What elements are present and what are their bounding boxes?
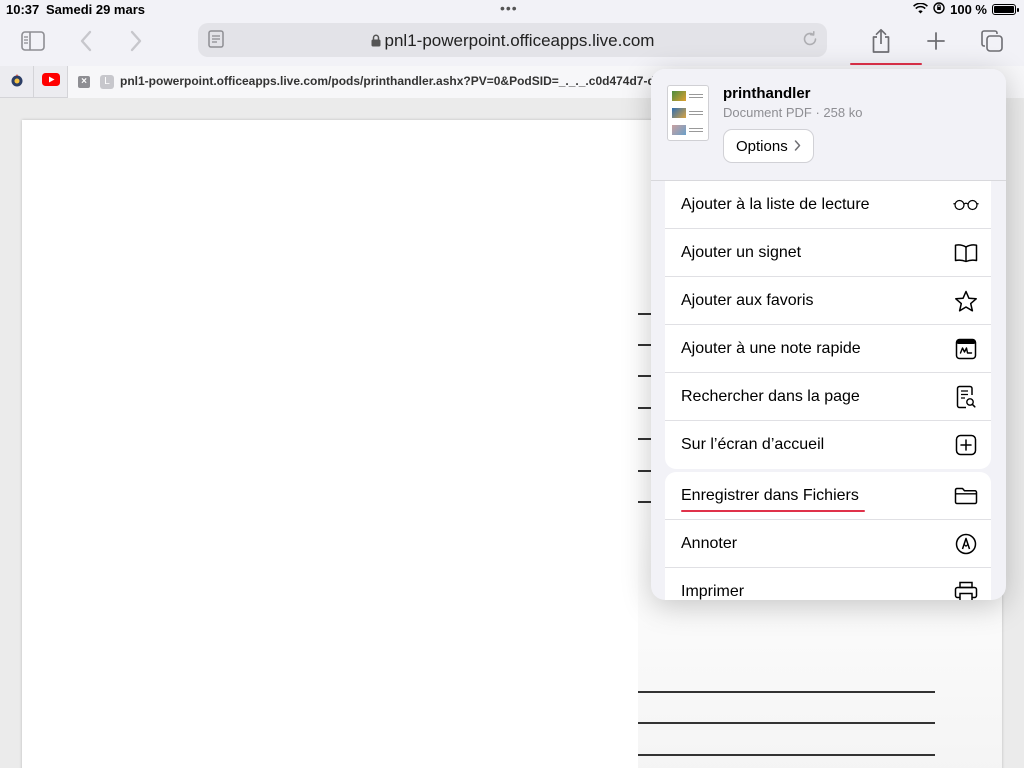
action-label: Ajouter aux favoris (681, 292, 814, 309)
status-time: 10:37 (6, 2, 40, 17)
forward-icon[interactable] (118, 26, 154, 56)
save-highlight (681, 510, 865, 512)
reload-icon[interactable] (801, 30, 819, 53)
share-actions-group-1: Ajouter à la liste de lecture Ajouter un… (665, 181, 991, 469)
text-rule (638, 438, 652, 440)
multitasking-dots[interactable]: ••• (500, 0, 518, 16)
tabs-icon[interactable] (974, 26, 1010, 56)
book-icon (953, 241, 979, 265)
address-bar[interactable]: pnl1-powerpoint.officeapps.live.com (198, 23, 827, 57)
document-name: printhandler (723, 85, 811, 102)
action-home-screen[interactable]: Sur l’écran d’accueil (665, 421, 991, 469)
share-actions-group-2: Enregistrer dans Fichiers Annoter Imprim… (665, 472, 991, 600)
printer-icon (953, 580, 979, 600)
markup-icon (953, 532, 979, 556)
star-icon (953, 289, 979, 313)
slide-area (22, 166, 638, 768)
action-label: Ajouter à une note rapide (681, 340, 861, 357)
text-rule (638, 501, 652, 503)
document-thumbnail (667, 85, 709, 141)
battery-icon (992, 4, 1019, 15)
orientation-lock-icon (933, 2, 945, 17)
action-label: Sur l’écran d’accueil (681, 436, 825, 453)
share-sheet-header: printhandler Document PDF · 258 ko Optio… (651, 69, 1006, 181)
youtube-icon (41, 73, 60, 91)
tab-close-icon[interactable]: × (78, 76, 90, 88)
action-label: Enregistrer dans Fichiers (681, 487, 859, 504)
lock-icon (371, 32, 381, 52)
glasses-icon (953, 193, 979, 217)
plus-icon[interactable] (918, 26, 954, 56)
add-square-icon (953, 433, 979, 457)
action-bookmark[interactable]: Ajouter un signet (665, 229, 991, 277)
action-quick-note[interactable]: Ajouter à une note rapide (665, 325, 991, 373)
battery-percent: 100 % (950, 2, 987, 17)
text-rule (638, 754, 935, 756)
action-print[interactable]: Imprimer (665, 568, 991, 600)
action-reading-list[interactable]: Ajouter à la liste de lecture (665, 181, 991, 229)
action-label: Imprimer (681, 583, 745, 600)
status-bar: 10:37 Samedi 29 mars ••• 100 % (0, 0, 1024, 20)
status-date: Samedi 29 mars (46, 2, 146, 17)
action-label: Ajouter à la liste de lecture (681, 196, 870, 213)
find-in-page-icon (953, 385, 979, 409)
tab-pinned-1[interactable] (0, 66, 34, 98)
action-markup[interactable]: Annoter (665, 520, 991, 568)
quick-note-icon (953, 337, 979, 361)
status-indicators: 100 % (913, 2, 1019, 17)
text-rule (638, 470, 652, 472)
browser-toolbar: pnl1-powerpoint.officeapps.live.com (0, 20, 1024, 66)
document-meta: Document PDF · 258 ko (723, 105, 863, 120)
sidebar-icon[interactable] (15, 26, 51, 56)
chevron-right-icon (794, 138, 801, 155)
shield-favicon-icon (10, 73, 24, 92)
options-label: Options (736, 137, 788, 155)
text-rule (638, 313, 652, 315)
action-label: Ajouter un signet (681, 244, 802, 261)
back-icon[interactable] (68, 26, 104, 56)
text-rule (638, 375, 652, 377)
wifi-icon (913, 2, 929, 17)
action-find-in-page[interactable]: Rechercher dans la page (665, 373, 991, 421)
options-button[interactable]: Options (723, 129, 814, 163)
share-icon[interactable] (863, 26, 899, 56)
tab-pinned-youtube[interactable] (34, 66, 68, 98)
tab-favicon-letter: L (100, 75, 114, 89)
action-save-to-files[interactable]: Enregistrer dans Fichiers (665, 472, 991, 520)
text-rule (638, 691, 935, 693)
address-url: pnl1-powerpoint.officeapps.live.com (384, 31, 655, 50)
action-label: Rechercher dans la page (681, 388, 860, 405)
address-text-wrap: pnl1-powerpoint.officeapps.live.com (198, 31, 827, 52)
text-rule (638, 344, 652, 346)
text-rule (638, 722, 935, 724)
action-favorites[interactable]: Ajouter aux favoris (665, 277, 991, 325)
share-sheet: printhandler Document PDF · 258 ko Optio… (651, 69, 1006, 600)
share-highlight (850, 63, 922, 65)
text-rule (638, 407, 652, 409)
folder-icon (953, 484, 979, 508)
action-label: Annoter (681, 535, 738, 552)
